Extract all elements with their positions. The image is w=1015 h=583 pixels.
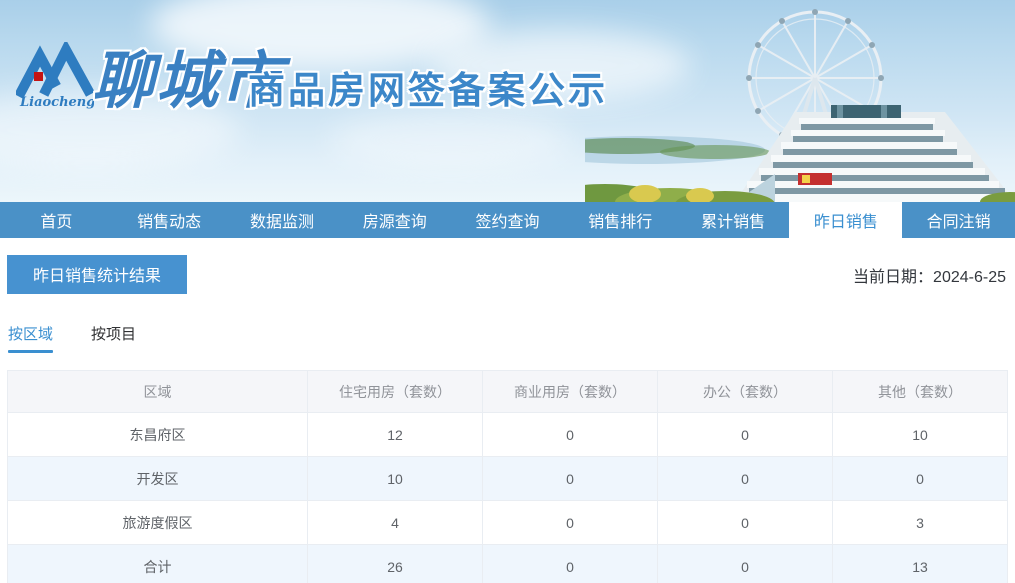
- cell-value: 0: [657, 456, 833, 501]
- current-date: 当前日期：2024-6-25: [853, 263, 1008, 287]
- col-header-office: 办公（套数）: [657, 370, 833, 413]
- cell-value: 0: [657, 500, 833, 545]
- table-row: 旅游度假区 4 0 0 3: [7, 500, 1008, 545]
- main-nav: 首页 销售动态 数据监测 房源查询 签约查询 销售排行 累计销售 昨日销售 合同…: [0, 202, 1015, 238]
- cell-value: 0: [657, 544, 833, 583]
- current-date-value: 2024-6-25: [933, 268, 1006, 286]
- cell-value: 0: [482, 412, 658, 457]
- col-header-region: 区域: [7, 370, 308, 413]
- table-row: 东昌府区 12 0 0 10: [7, 412, 1008, 457]
- nav-item-sales-dynamics[interactable]: 销售动态: [113, 202, 226, 238]
- cell-value: 4: [307, 500, 483, 545]
- cell-value: 12: [307, 412, 483, 457]
- cell-value: 0: [482, 456, 658, 501]
- nav-item-data-monitor[interactable]: 数据监测: [226, 202, 339, 238]
- cell-value: 10: [307, 456, 483, 501]
- nav-item-sales-ranking[interactable]: 销售排行: [564, 202, 677, 238]
- col-header-other: 其他（套数）: [832, 370, 1008, 413]
- nav-item-contract-cancel[interactable]: 合同注销: [902, 202, 1015, 238]
- sales-stats-table: 区域 住宅用房（套数） 商业用房（套数） 办公（套数） 其他（套数） 东昌府区 …: [7, 370, 1008, 583]
- current-date-label: 当前日期：: [853, 268, 934, 286]
- cell-value: 26: [307, 544, 483, 583]
- cell-value: 10: [832, 412, 1008, 457]
- tab-by-project[interactable]: 按项目: [91, 323, 136, 353]
- cell-region: 开发区: [7, 456, 308, 501]
- cell-region: 东昌府区: [7, 412, 308, 457]
- cell-value: 3: [832, 500, 1008, 545]
- page-title: 昨日销售统计结果: [7, 255, 188, 294]
- col-header-commercial: 商业用房（套数）: [482, 370, 658, 413]
- nav-item-contract-query[interactable]: 签约查询: [451, 202, 564, 238]
- table-row: 开发区 10 0 0 0: [7, 456, 1008, 501]
- tab-by-region[interactable]: 按区域: [8, 323, 54, 353]
- nav-item-listing-query[interactable]: 房源查询: [338, 202, 451, 238]
- cell-value: 13: [832, 544, 1008, 583]
- view-tabs: 按区域 按项目: [7, 323, 1008, 353]
- cell-value: 0: [832, 456, 1008, 501]
- cell-value: 0: [657, 412, 833, 457]
- nav-item-home[interactable]: 首页: [0, 202, 113, 238]
- cell-value: 0: [482, 544, 658, 583]
- cell-value: 0: [482, 500, 658, 545]
- table-row-total: 合计 26 0 0 13: [7, 544, 1008, 583]
- col-header-residential: 住宅用房（套数）: [307, 370, 483, 413]
- svg-text:Liaocheng: Liaocheng: [19, 95, 94, 110]
- nav-item-cumulative-sales[interactable]: 累计销售: [677, 202, 790, 238]
- cityscape-image: [585, 9, 1015, 202]
- cloud-decoration: [330, 110, 570, 170]
- nav-item-yesterday-sales[interactable]: 昨日销售: [789, 202, 903, 238]
- header-banner: Liaocheng 聊城市 商品房网签备案公示: [0, 0, 1015, 202]
- site-subtitle: 商品房网签备案公示: [248, 70, 608, 111]
- cell-region: 旅游度假区: [7, 500, 308, 545]
- main-content: 昨日销售统计结果 当前日期：2024-6-25 按区域 按项目 区域 住宅用房（…: [0, 238, 1015, 583]
- table-header-row: 区域 住宅用房（套数） 商业用房（套数） 办公（套数） 其他（套数）: [7, 370, 1008, 413]
- cell-region: 合计: [7, 544, 308, 583]
- liaocheng-logo-icon: Liaocheng: [14, 39, 95, 110]
- site-logo[interactable]: Liaocheng: [14, 39, 95, 114]
